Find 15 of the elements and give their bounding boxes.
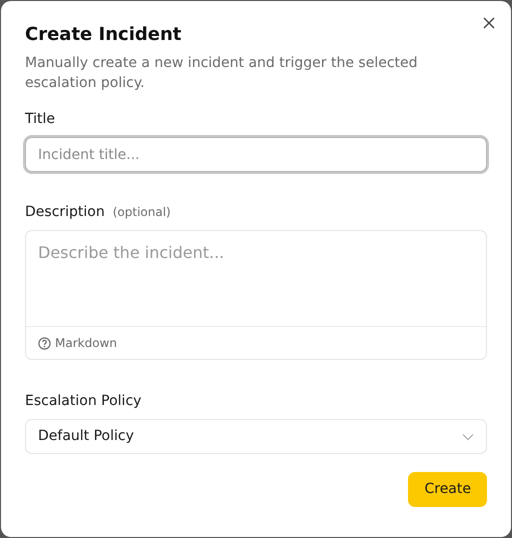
field-label: Title [25, 110, 56, 129]
field-label: Escalation Policy [25, 392, 142, 411]
help-icon [38, 336, 51, 350]
field-hint: (optional) [112, 204, 171, 221]
editor-panel[interactable]: Describe the incident... Markdown [25, 230, 487, 360]
chevron-down-icon [462, 432, 474, 440]
markdown-hint: Markdown [55, 335, 117, 352]
close-button[interactable] [481, 15, 497, 31]
policy-dropdown[interactable]: Default Policy [25, 419, 487, 454]
close-icon [483, 17, 495, 29]
text-input[interactable]: Incident title... [25, 137, 487, 172]
create-button[interactable]: Create [408, 472, 487, 507]
dialog-title: Create Incident [25, 23, 182, 47]
dialog-description: Manually create a new incident and trigger the selected escalation policy. [25, 54, 419, 93]
field-label: Description [25, 203, 105, 222]
